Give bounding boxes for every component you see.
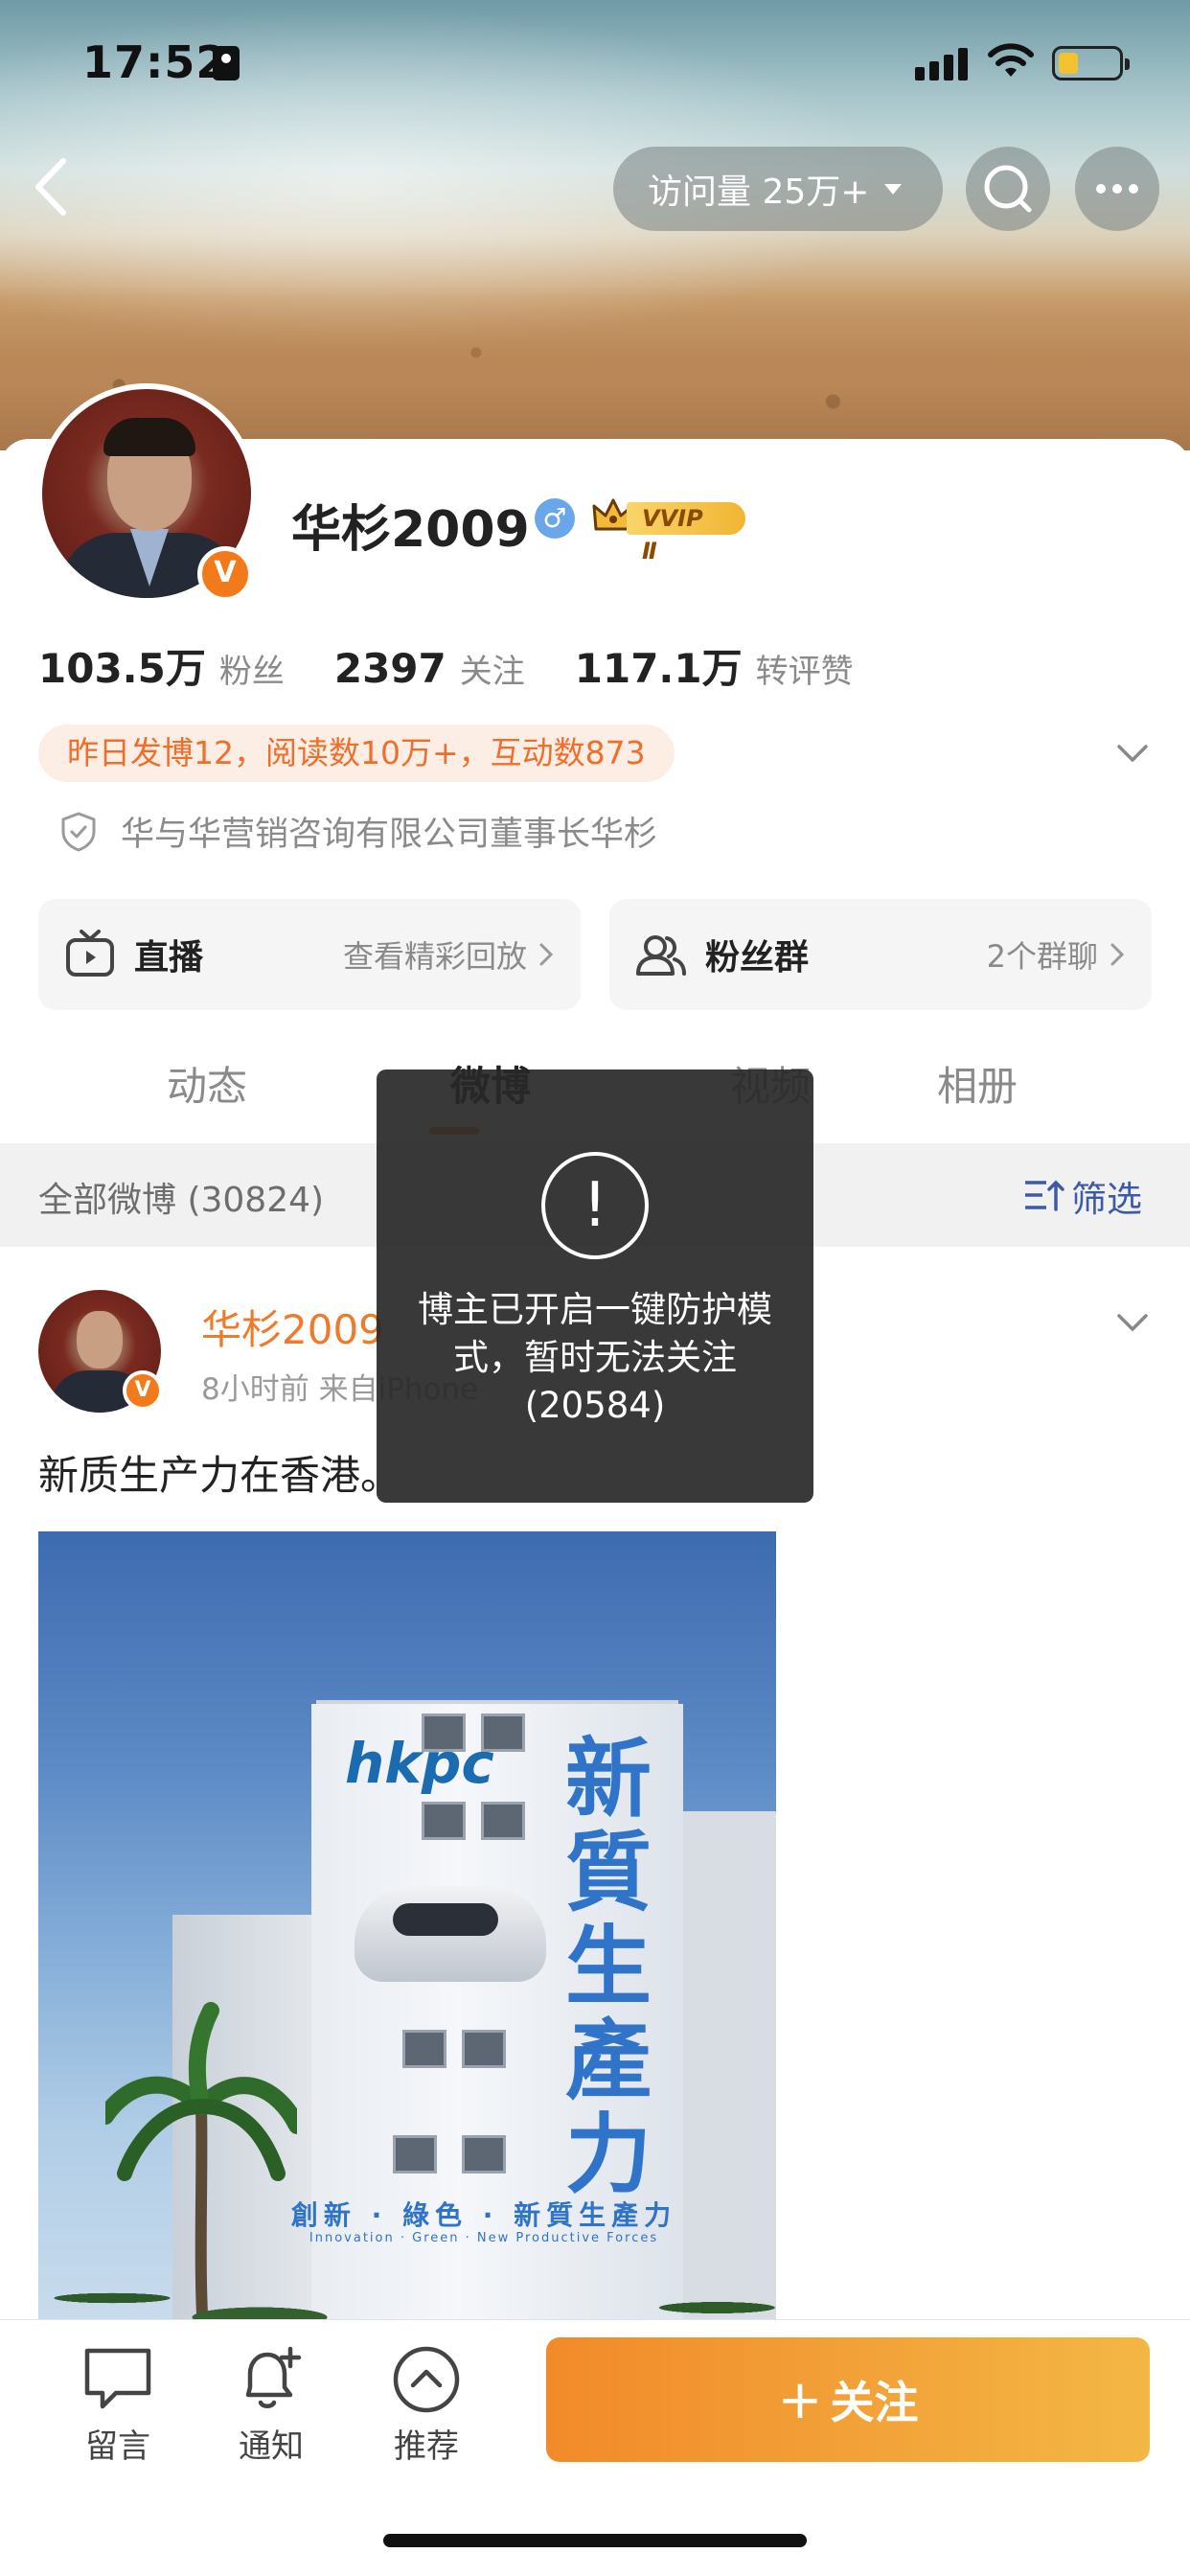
image-window bbox=[393, 2135, 437, 2174]
image-flying-car bbox=[355, 1886, 546, 1982]
fans-group-title: 粉丝群 bbox=[705, 938, 810, 978]
notify-button[interactable]: 通知 bbox=[218, 2343, 324, 2467]
signage-char: 力 bbox=[565, 2104, 652, 2205]
filter-label: 筛选 bbox=[1071, 1179, 1142, 1220]
comment-label: 留言 bbox=[85, 2427, 150, 2466]
recommend-button[interactable]: 推荐 bbox=[374, 2343, 479, 2467]
signage-char: 產 bbox=[565, 2011, 652, 2111]
image-window bbox=[462, 2030, 506, 2068]
image-shrubs bbox=[38, 2241, 776, 2327]
post-verified-badge: V bbox=[123, 1370, 163, 1411]
wifi-icon bbox=[988, 43, 1034, 77]
visits-pill[interactable]: 访问量 25万+ bbox=[613, 147, 943, 231]
chevron-up-circle-icon bbox=[393, 2346, 460, 2413]
follow-label: 关注 bbox=[830, 2377, 919, 2428]
fans-group-subtitle: 2个群聊 bbox=[986, 938, 1098, 975]
image-building-roof bbox=[316, 1675, 678, 1704]
filter-button[interactable]: 筛选 bbox=[1023, 1170, 1142, 1222]
vip-badge[interactable]: VVIP Ⅱ bbox=[592, 494, 745, 564]
home-indicator[interactable] bbox=[383, 2534, 807, 2547]
image-window bbox=[481, 1714, 525, 1752]
shield-icon bbox=[61, 812, 96, 851]
building-slogan: 創新 · 綠色 · 新質生產力 bbox=[290, 2199, 677, 2231]
username: 华杉2009 bbox=[291, 501, 530, 559]
live-title: 直播 bbox=[134, 938, 204, 978]
all-posts-label[interactable]: 全部微博 (30824) bbox=[38, 1172, 324, 1222]
building-signage: 新 質 生 產 力 bbox=[556, 1733, 661, 2202]
toast-dialog: ! 博主已开启一键防护模式，暂时无法关注(20584) bbox=[377, 1070, 813, 1503]
chevron-right-icon bbox=[539, 943, 554, 966]
image-window bbox=[422, 1714, 466, 1752]
stats-row: 103.5万 粉丝 2397 关注 117.1万 转评赞 bbox=[38, 636, 904, 695]
image-window bbox=[481, 1802, 525, 1840]
daily-summary-pill[interactable]: 昨日发博12，阅读数10万+，互动数873 bbox=[38, 724, 675, 782]
signage-char: 質 bbox=[565, 1823, 652, 1923]
stat-label: 粉丝 bbox=[218, 653, 285, 691]
visits-label: 访问量 25万+ bbox=[648, 172, 870, 212]
tab-album[interactable]: 相册 bbox=[937, 1054, 1018, 1113]
hkpc-logo: hkpc bbox=[345, 1731, 494, 1796]
live-card[interactable]: 直播 查看精彩回放 bbox=[38, 899, 581, 1010]
search-button[interactable] bbox=[966, 147, 1050, 231]
verification-text: 华与华营销咨询有限公司董事长华杉 bbox=[121, 816, 658, 854]
image-window bbox=[402, 2030, 446, 2068]
post-image[interactable]: hkpc 新 質 生 產 力 創新 · 綠色 · 新質生產力 Innovatio… bbox=[38, 1531, 776, 2327]
toast-message: 博主已开启一键防护模式，暂时无法关注(20584) bbox=[418, 1289, 772, 1426]
comment-button[interactable]: 留言 bbox=[65, 2343, 171, 2467]
search-icon bbox=[984, 165, 1032, 213]
chevron-right-icon bbox=[1110, 943, 1125, 966]
verification-row: 华与华营销咨询有限公司董事长华杉 bbox=[59, 807, 657, 856]
tab-dynamics[interactable]: 动态 bbox=[167, 1054, 247, 1113]
message-bubble-icon bbox=[84, 2348, 151, 2409]
status-time: 17:52 bbox=[82, 36, 228, 88]
group-icon bbox=[636, 935, 686, 976]
post-text: 新质生产力在香港。 bbox=[38, 1452, 401, 1499]
signal-icon bbox=[915, 46, 969, 80]
post-author[interactable]: 华杉2009 bbox=[201, 1298, 384, 1356]
stat-value: 2397 bbox=[333, 645, 446, 692]
back-arrow-icon[interactable] bbox=[27, 153, 77, 220]
plus-icon: + bbox=[777, 2368, 823, 2431]
tv-icon bbox=[66, 930, 114, 977]
stat-likes[interactable]: 117.1万 转评赞 bbox=[575, 636, 854, 695]
stat-following[interactable]: 2397 关注 bbox=[334, 645, 525, 692]
follow-button[interactable]: + 关注 bbox=[546, 2337, 1150, 2462]
battery-icon bbox=[1052, 46, 1130, 80]
signage-char: 新 bbox=[565, 1729, 652, 1829]
filter-icon bbox=[1025, 1180, 1064, 1211]
more-button[interactable] bbox=[1075, 147, 1159, 231]
recommend-label: 推荐 bbox=[394, 2427, 459, 2466]
chevron-down-icon[interactable] bbox=[1113, 1303, 1152, 1342]
notify-label: 通知 bbox=[239, 2427, 304, 2466]
more-dots-icon bbox=[1096, 184, 1138, 194]
focus-mode-icon bbox=[213, 46, 240, 80]
image-window bbox=[462, 2135, 506, 2174]
stat-value: 117.1万 bbox=[574, 645, 743, 692]
image-window bbox=[422, 1802, 466, 1840]
bell-plus-icon bbox=[245, 2346, 302, 2408]
status-bar: 17:52 bbox=[0, 0, 1190, 134]
stat-value: 103.5万 bbox=[38, 645, 206, 692]
live-subtitle: 查看精彩回放 bbox=[342, 938, 527, 975]
chevron-down-icon[interactable] bbox=[1113, 734, 1152, 772]
stat-label: 转评赞 bbox=[755, 653, 854, 691]
fans-group-card[interactable]: 粉丝群 2个群聊 bbox=[609, 899, 1152, 1010]
stat-fans[interactable]: 103.5万 粉丝 bbox=[38, 636, 285, 695]
caret-down-icon bbox=[884, 183, 903, 195]
signage-char: 生 bbox=[565, 1917, 652, 2017]
verified-badge: V bbox=[197, 546, 253, 602]
stat-label: 关注 bbox=[459, 653, 525, 691]
alert-icon: ! bbox=[541, 1152, 649, 1259]
vip-label: VVIP Ⅱ bbox=[627, 502, 745, 564]
male-gender-icon: ♂ bbox=[535, 498, 575, 539]
